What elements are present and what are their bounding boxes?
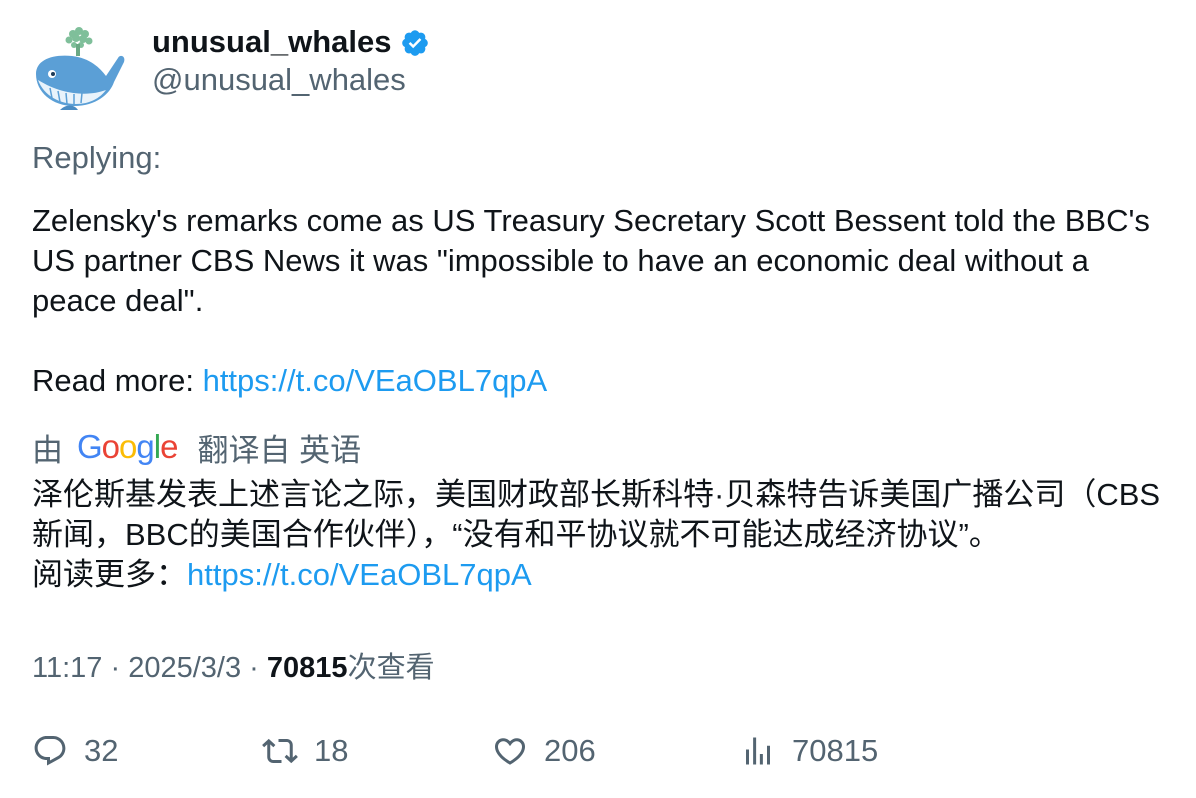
translation-attribution: 由 Google 翻译自 英语 <box>32 426 361 468</box>
replying-label: Replying: <box>32 140 162 175</box>
translation-from-label[interactable]: 翻译自 英语 <box>197 425 361 470</box>
reply-count: 32 <box>84 733 119 768</box>
reply-icon <box>34 736 66 766</box>
whale-avatar-icon <box>36 27 125 110</box>
retweet-button[interactable]: 18 <box>262 728 348 774</box>
verified-badge-icon <box>402 30 429 56</box>
tweet-meta: 11:17 · 2025/3/3 · 70815次查看 <box>32 644 435 686</box>
meta-separator: · <box>110 652 121 684</box>
translation-by-label: 由 <box>32 432 63 468</box>
views-action-count: 70815 <box>792 733 879 768</box>
tweet-time[interactable]: 11:17 <box>32 652 102 684</box>
reply-button[interactable]: 32 <box>32 728 118 774</box>
author-name-row[interactable]: unusual_whales <box>152 22 430 62</box>
views-chart-icon <box>746 737 770 765</box>
retweet-count: 18 <box>314 733 349 768</box>
like-count: 206 <box>544 733 596 768</box>
tweet-text: Zelensky's remarks come as US Treasury S… <box>32 201 1162 401</box>
author-handle[interactable]: @unusual_whales <box>152 62 406 98</box>
views-button[interactable]: 70815 <box>740 728 878 774</box>
views-count: 70815 <box>266 652 348 684</box>
avatar[interactable] <box>30 24 126 114</box>
meta-separator: · <box>249 652 259 684</box>
tweet-link[interactable]: https://t.co/VEaOBL7qpA <box>203 363 548 398</box>
tweet-body: Zelensky's remarks come as US Treasury S… <box>32 203 1150 398</box>
retweet-icon <box>262 738 298 764</box>
action-bar: 32 18 206 70815 <box>32 728 1182 774</box>
translated-link[interactable]: https://t.co/VEaOBL7qpA <box>187 557 532 592</box>
author-display-name[interactable]: unusual_whales <box>152 24 391 60</box>
translated-text: 泽伦斯基发表上述言论之际，美国财政部长斯科特·贝森特告诉美国广播公司（CBS新闻… <box>32 475 1182 595</box>
views-label: 次查看 <box>347 652 435 684</box>
like-button[interactable]: 206 <box>492 728 596 774</box>
google-logo-icon: Google <box>77 428 178 465</box>
tweet-date[interactable]: 2025/3/3 <box>128 652 241 684</box>
heart-icon <box>494 738 526 765</box>
